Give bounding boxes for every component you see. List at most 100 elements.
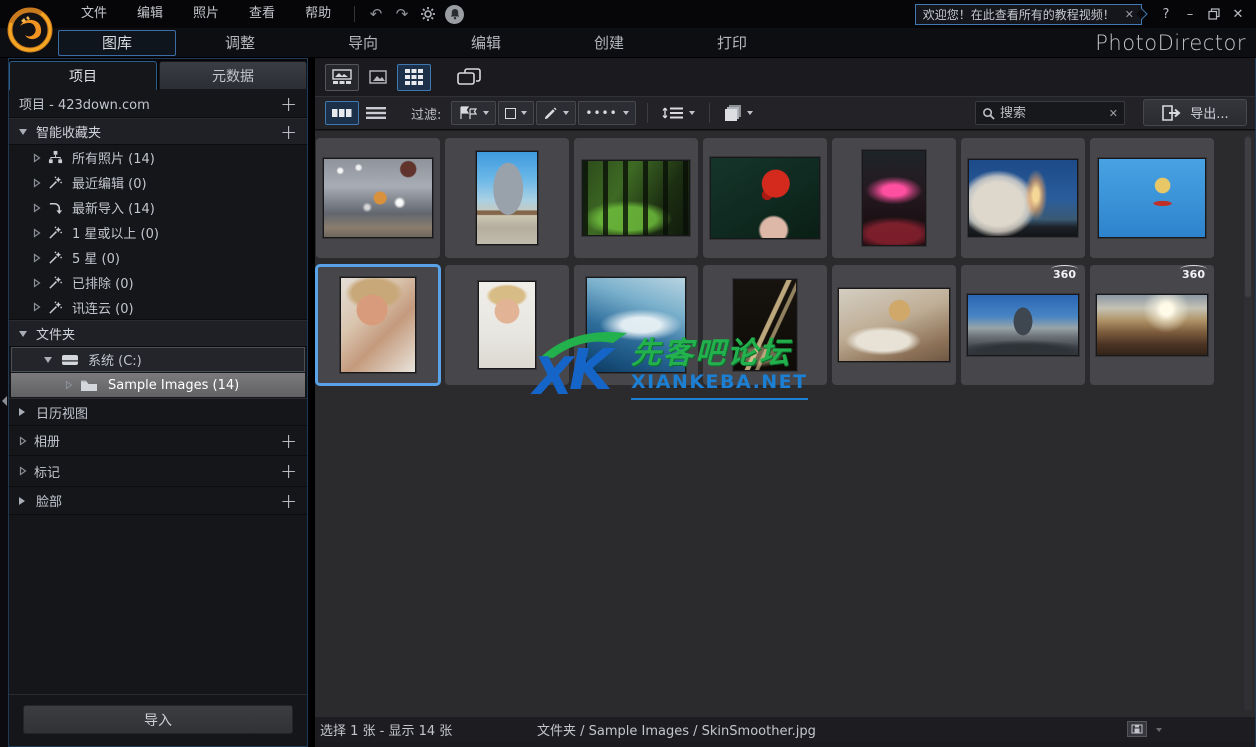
smart-collection-header[interactable]: 智能收藏夹 + — [9, 118, 307, 145]
grid-row-2: 360 360 — [315, 264, 1255, 386]
photo-thumbnail-window-light[interactable] — [703, 265, 827, 385]
menu-help[interactable]: 帮助 — [290, 0, 346, 28]
photo-thumbnail-ocean-wave[interactable] — [574, 265, 698, 385]
chevron-right-icon[interactable] — [33, 253, 41, 263]
scrollbar-thumb[interactable] — [1245, 137, 1251, 297]
expand-triangle-icon — [19, 408, 25, 416]
export-label: 导出... — [1190, 107, 1229, 122]
tab-adjustment[interactable]: 调整 — [181, 30, 299, 56]
tab-edit[interactable]: 编辑 — [427, 30, 545, 56]
tree-item-latest-import[interactable]: 最新导入 (14) — [9, 195, 307, 220]
tree-item-recently-edited[interactable]: 最近编辑 (0) — [9, 170, 307, 195]
photo-image — [340, 277, 416, 373]
menu-file[interactable]: 文件 — [66, 0, 122, 28]
albums-row[interactable]: 相册 + — [9, 426, 307, 456]
tags-row[interactable]: 标记 + — [9, 456, 307, 487]
photo-thumbnail-skateboarder[interactable] — [1090, 138, 1214, 258]
search-input[interactable] — [1000, 105, 1105, 121]
photo-thumbnail-boat-island[interactable] — [445, 138, 569, 258]
edited-filter-button[interactable] — [536, 101, 577, 125]
chevron-right-icon[interactable] — [19, 436, 27, 446]
photo-thumbnail-forest[interactable] — [574, 138, 698, 258]
tree-item-label: Sample Images (14) — [108, 377, 240, 393]
tooltip-close-icon[interactable]: ✕ — [1125, 8, 1134, 21]
export-button[interactable]: 导出... — [1143, 99, 1247, 126]
search-clear-icon[interactable]: ✕ — [1109, 107, 1118, 120]
photo-thumbnail-laughing-woman[interactable] — [445, 265, 569, 385]
add-project-button[interactable]: + — [280, 94, 297, 114]
browser-view-button[interactable] — [325, 63, 359, 91]
chevron-right-icon[interactable] — [33, 203, 41, 213]
tab-library[interactable]: 图库 — [58, 29, 176, 56]
chevron-right-icon[interactable] — [33, 228, 41, 238]
chevron-right-icon[interactable] — [33, 178, 41, 188]
drive-icon — [61, 352, 81, 367]
photo-thumbnail-rocket-launch[interactable] — [961, 138, 1085, 258]
list-view-toggle[interactable] — [359, 101, 393, 125]
single-view-button[interactable] — [361, 64, 395, 91]
chevron-down-icon — [483, 111, 490, 115]
restore-button[interactable] — [1202, 3, 1226, 25]
tree-item-sample-images-selected[interactable]: Sample Images (14) — [11, 373, 305, 397]
add-tag-button[interactable]: + — [280, 461, 297, 481]
tab-guided[interactable]: 导向 — [304, 30, 422, 56]
photos-tree-icon — [48, 150, 65, 165]
minimize-button[interactable]: – — [1178, 3, 1202, 25]
photo-image — [968, 159, 1078, 237]
help-button[interactable]: ? — [1154, 3, 1178, 25]
chevron-right-icon[interactable] — [33, 153, 41, 163]
photo-thumbnail-maple-leaf[interactable] — [703, 138, 827, 258]
undo-icon[interactable]: ↶ — [363, 2, 389, 26]
sidebar-tab-project[interactable]: 项目 — [9, 61, 157, 90]
tree-item-five-star[interactable]: 5 星 (0) — [9, 245, 307, 270]
folders-header[interactable]: 文件夹 — [9, 320, 307, 347]
chevron-right-icon[interactable] — [33, 302, 41, 312]
add-smart-collection-button[interactable]: + — [280, 122, 297, 142]
sort-button[interactable] — [657, 101, 700, 125]
sidebar-tab-metadata[interactable]: 元数据 — [159, 61, 307, 90]
faces-row[interactable]: 脸部 + — [9, 487, 307, 515]
flag-filter-button[interactable] — [451, 101, 497, 125]
menu-view[interactable]: 查看 — [234, 0, 290, 28]
photo-thumbnail-woman-portrait-selected[interactable] — [315, 264, 441, 386]
wand-icon — [48, 175, 65, 190]
chevron-right-icon[interactable] — [65, 380, 73, 390]
stack-button[interactable] — [719, 101, 758, 125]
tree-item-all-photos[interactable]: 所有照片 (14) — [9, 145, 307, 170]
vertical-scrollbar[interactable] — [1244, 135, 1252, 711]
photo-image — [478, 281, 536, 369]
settings-gear-icon[interactable] — [415, 2, 441, 26]
dual-display-swap-button[interactable] — [451, 64, 487, 91]
chevron-right-icon[interactable] — [33, 278, 41, 288]
menu-edit[interactable]: 编辑 — [122, 0, 178, 28]
add-face-button[interactable]: + — [280, 491, 297, 511]
grid-view-button[interactable] — [397, 63, 431, 91]
import-arrow-icon — [48, 200, 65, 215]
import-button[interactable]: 导入 — [23, 705, 293, 734]
more-filters-button[interactable]: •••• — [578, 101, 636, 125]
add-album-button[interactable]: + — [280, 431, 297, 451]
close-button[interactable]: ✕ — [1226, 3, 1250, 25]
color-label-filter-button[interactable] — [498, 101, 535, 125]
tree-item-one-star-up[interactable]: 1 星或以上 (0) — [9, 220, 307, 245]
photo-thumbnail-neon-storefront[interactable] — [832, 138, 956, 258]
photo-thumbnail-360-sunset[interactable]: 360 — [1090, 265, 1214, 385]
tree-item-rejected[interactable]: 已排除 (0) — [9, 270, 307, 295]
project-header-row[interactable]: 项目 - 423down.com + — [9, 90, 307, 118]
chevron-down-icon[interactable] — [1156, 728, 1162, 732]
tab-print[interactable]: 打印 — [673, 30, 791, 56]
compare-info-icon[interactable] — [1127, 721, 1147, 737]
redo-icon[interactable]: ↷ — [389, 2, 415, 26]
tab-create[interactable]: 创建 — [550, 30, 668, 56]
photo-thumbnail-woman-leaning[interactable] — [832, 265, 956, 385]
photo-thumbnail-360-monument[interactable]: 360 — [961, 265, 1085, 385]
tree-item-system-drive[interactable]: 系统 (C:) — [11, 347, 305, 372]
photo-thumbnail-basketball-dunk[interactable] — [316, 138, 440, 258]
notifications-bell-icon[interactable] — [445, 4, 465, 24]
menu-photo[interactable]: 照片 — [178, 0, 234, 28]
calendar-view-row[interactable]: 日历视图 — [9, 398, 307, 426]
chevron-right-icon[interactable] — [19, 466, 27, 476]
sidebar-collapse-handle[interactable] — [0, 388, 8, 414]
thumbnail-strip-toggle[interactable] — [325, 101, 359, 125]
tree-item-cyberlink-cloud[interactable]: 讯连云 (0) — [9, 295, 307, 320]
